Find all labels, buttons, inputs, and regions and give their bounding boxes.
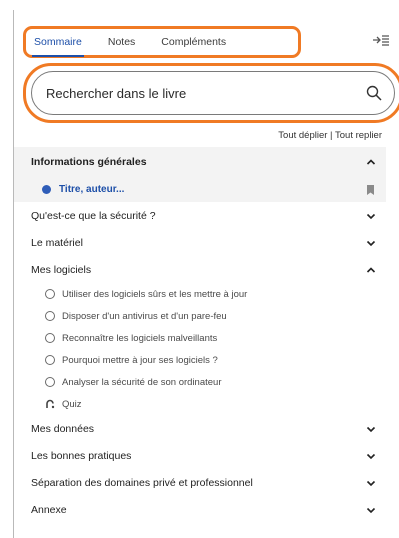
toc-section-separation-domaines[interactable]: Séparation des domaines privé et profess… [14, 469, 386, 496]
toc-section-securite[interactable]: Qu'est-ce que la sécurité ? [14, 202, 386, 229]
table-of-contents-panel: Sommaire Notes Compléments Tout déplier … [13, 10, 399, 538]
toc-subitem-label: Analyser la sécurité de son ordinateur [62, 376, 222, 388]
toc-subitem-label: Disposer d'un antivirus et d'un pare-feu [62, 310, 227, 322]
toc-section-label: Annexe [31, 503, 67, 516]
tab-bar: Sommaire Notes Compléments [23, 26, 301, 58]
unread-circle-icon [45, 333, 55, 343]
chevron-down-icon[interactable] [366, 238, 376, 248]
toc-section-materiel[interactable]: Le matériel [14, 229, 386, 256]
chevron-up-icon[interactable] [366, 265, 376, 275]
toc-section-mes-logiciels[interactable]: Mes logiciels [14, 256, 386, 283]
toc-section-label: Qu'est-ce que la sécurité ? [31, 209, 156, 222]
toc-subitem-label: Utiliser des logiciels sûrs et les mettr… [62, 288, 248, 300]
toc-section-label: Le matériel [31, 236, 83, 249]
tab-notes[interactable]: Notes [108, 36, 135, 48]
bookmark-icon[interactable] [367, 185, 374, 195]
expand-collapse-links: Tout déplier | Tout replier [278, 130, 382, 141]
tab-complements[interactable]: Compléments [161, 36, 226, 48]
toc-section-bonnes-pratiques[interactable]: Les bonnes pratiques [14, 442, 386, 469]
toc-subitem-label: Pourquoi mettre à jour ses logiciels ? [62, 354, 218, 366]
chevron-down-icon[interactable] [366, 451, 376, 461]
toc-section-label: Informations générales [31, 156, 147, 168]
collapse-panel-icon[interactable] [372, 32, 390, 48]
toc-subitem[interactable]: Utiliser des logiciels sûrs et les mettr… [14, 283, 386, 305]
toc-subitem-label: Reconnaître les logiciels malveillants [62, 332, 218, 344]
link-separator: | [327, 130, 335, 141]
chevron-down-icon[interactable] [366, 478, 376, 488]
toc-section-label: Mes données [31, 422, 95, 435]
toc-section-label: Séparation des domaines privé et profess… [31, 476, 253, 489]
unread-circle-icon [45, 377, 55, 387]
search-icon[interactable] [366, 85, 382, 101]
toc-section-label: Mes logiciels [31, 263, 92, 276]
chevron-up-icon[interactable] [366, 157, 376, 167]
toc-section-informations-generales[interactable]: Informations générales [14, 147, 386, 177]
collapse-all-link[interactable]: Tout replier [335, 130, 382, 141]
expand-all-link[interactable]: Tout déplier [278, 130, 327, 141]
quiz-icon [46, 399, 55, 409]
toc-quiz-label: Quiz [62, 398, 82, 410]
toc-subitem[interactable]: Reconnaître les logiciels malveillants [14, 327, 386, 349]
toc-subitem[interactable]: Analyser la sécurité de son ordinateur [14, 371, 386, 393]
toc-section-mes-donnees[interactable]: Mes données [14, 415, 386, 442]
toc-subitem[interactable]: Disposer d'un antivirus et d'un pare-feu [14, 305, 386, 327]
unread-circle-icon [45, 289, 55, 299]
search-box [23, 63, 399, 123]
tab-sommaire[interactable]: Sommaire [32, 36, 84, 57]
unread-circle-icon [45, 355, 55, 365]
current-position-icon [42, 185, 51, 194]
toc-item-label: Titre, auteur... [59, 184, 125, 195]
toc-list: Informations générales Titre, auteur... … [14, 147, 386, 523]
search-input[interactable] [46, 85, 366, 101]
toc-section-annexe[interactable]: Annexe [14, 496, 386, 523]
toc-quiz-item[interactable]: Quiz [14, 393, 386, 415]
toc-section-label: Les bonnes pratiques [31, 449, 132, 462]
chevron-down-icon[interactable] [366, 211, 376, 221]
search-field [31, 71, 395, 115]
chevron-down-icon[interactable] [366, 505, 376, 515]
toc-subitem[interactable]: Pourquoi mettre à jour ses logiciels ? [14, 349, 386, 371]
toc-current-item[interactable]: Titre, auteur... [14, 177, 386, 202]
unread-circle-icon [45, 311, 55, 321]
chevron-down-icon[interactable] [366, 424, 376, 434]
